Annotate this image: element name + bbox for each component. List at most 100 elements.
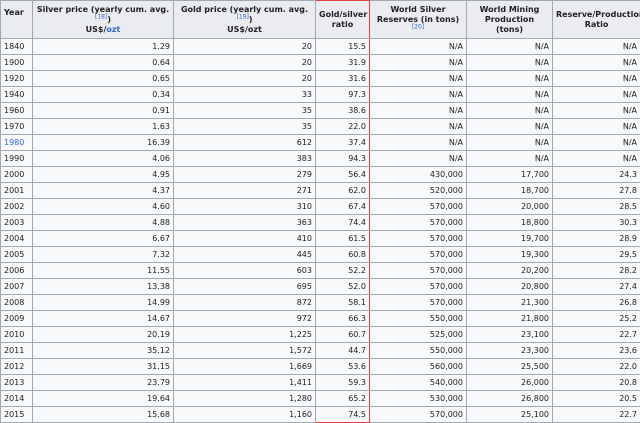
cell-mining: 18,800 <box>467 215 553 231</box>
cell-year: 1900 <box>1 55 33 71</box>
cell-year: 2011 <box>1 343 33 359</box>
cell-year: 2003 <box>1 215 33 231</box>
cell-reserve-production: N/A <box>553 119 640 135</box>
cell-mining: N/A <box>467 71 553 87</box>
cell-reserve-production: 25.2 <box>553 311 640 327</box>
header-gold-close: ) <box>249 15 253 24</box>
cell-ratio: 52.2 <box>316 263 370 279</box>
cell-reserve-production: 29.5 <box>553 247 640 263</box>
cell-reserves: N/A <box>370 39 467 55</box>
cell-ratio: 94.3 <box>316 151 370 167</box>
cell-reserves: N/A <box>370 71 467 87</box>
cell-year: 2001 <box>1 183 33 199</box>
cell-year: 1970 <box>1 119 33 135</box>
gold-ref-link[interactable]: [19] <box>237 13 249 20</box>
cell-reserves: 525,000 <box>370 327 467 343</box>
cell-gold-price: 1,669 <box>174 359 316 375</box>
cell-ratio: 58.1 <box>316 295 370 311</box>
table-body: 18401.292015.5N/AN/AN/A19000.642031.9N/A… <box>1 39 640 423</box>
cell-year: 2013 <box>1 375 33 391</box>
cell-gold-price: 271 <box>174 183 316 199</box>
cell-mining: N/A <box>467 119 553 135</box>
cell-year: 2015 <box>1 407 33 423</box>
header-reserves-label: World Silver Reserves (in tons) <box>377 5 459 24</box>
cell-reserves: 550,000 <box>370 311 467 327</box>
cell-silver-price: 7.32 <box>33 247 174 263</box>
cell-mining: 26,800 <box>467 391 553 407</box>
cell-year: 2010 <box>1 327 33 343</box>
cell-silver-price: 20.19 <box>33 327 174 343</box>
cell-ratio: 31.9 <box>316 55 370 71</box>
reserves-ref-link[interactable]: [20] <box>412 23 424 30</box>
cell-ratio: 38.6 <box>316 103 370 119</box>
cell-reserves: N/A <box>370 103 467 119</box>
cell-silver-price: 35.12 <box>33 343 174 359</box>
cell-mining: N/A <box>467 87 553 103</box>
table-row: 201323.791,41159.3540,00026,00020.8 <box>1 375 640 391</box>
cell-reserve-production: 28.9 <box>553 231 640 247</box>
cell-reserve-production: 22.0 <box>553 359 640 375</box>
header-silver-unit: US$/ <box>86 25 107 34</box>
cell-silver-price: 15.68 <box>33 407 174 423</box>
cell-reserve-production: N/A <box>553 39 640 55</box>
cell-mining: 17,700 <box>467 167 553 183</box>
cell-reserve-production: 20.8 <box>553 375 640 391</box>
cell-silver-price: 23.79 <box>33 375 174 391</box>
cell-gold-price: 310 <box>174 199 316 215</box>
table-row: 200814.9987258.1570,00021,30026.8 <box>1 295 640 311</box>
cell-ratio: 22.0 <box>316 119 370 135</box>
cell-reserve-production: 28.2 <box>553 263 640 279</box>
cell-reserves: 570,000 <box>370 263 467 279</box>
cell-gold-price: 363 <box>174 215 316 231</box>
table-row: 201135.121,57244.7550,00023,30023.6 <box>1 343 640 359</box>
header-mining: World Mining Production (tons) <box>467 1 553 39</box>
cell-year: 2005 <box>1 247 33 263</box>
cell-gold-price: 872 <box>174 295 316 311</box>
cell-reserves: N/A <box>370 151 467 167</box>
cell-ratio: 97.3 <box>316 87 370 103</box>
cell-mining: 26,000 <box>467 375 553 391</box>
cell-silver-price: 1.29 <box>33 39 174 55</box>
cell-silver-price: 4.60 <box>33 199 174 215</box>
table-row: 201419.641,28065.2530,00026,80020.5 <box>1 391 640 407</box>
cell-reserves: 550,000 <box>370 343 467 359</box>
cell-reserves: 520,000 <box>370 183 467 199</box>
cell-gold-price: 35 <box>174 103 316 119</box>
cell-gold-price: 1,160 <box>174 407 316 423</box>
cell-reserves: N/A <box>370 55 467 71</box>
table-row: 20024.6031067.4570,00020,00028.5 <box>1 199 640 215</box>
cell-silver-price: 0.91 <box>33 103 174 119</box>
year-link[interactable]: 1980 <box>1 135 33 151</box>
cell-year: 2007 <box>1 279 33 295</box>
cell-mining: N/A <box>467 103 553 119</box>
cell-reserve-production: N/A <box>553 135 640 151</box>
cell-reserves: 570,000 <box>370 215 467 231</box>
cell-ratio: 74.4 <box>316 215 370 231</box>
cell-reserve-production: 27.4 <box>553 279 640 295</box>
cell-reserve-production: N/A <box>553 55 640 71</box>
cell-gold-price: 1,411 <box>174 375 316 391</box>
table-row: 20014.3727162.0520,00018,70027.8 <box>1 183 640 199</box>
header-reserve-production: Reserve/Production Ratio <box>553 1 640 39</box>
ozt-link[interactable]: ozt <box>106 25 120 34</box>
cell-gold-price: 1,225 <box>174 327 316 343</box>
cell-reserve-production: 26.8 <box>553 295 640 311</box>
header-gold-unit: US$/ozt <box>227 25 262 34</box>
cell-ratio: 59.3 <box>316 375 370 391</box>
cell-reserves: 430,000 <box>370 167 467 183</box>
silver-ref-link[interactable]: [18] <box>95 13 107 20</box>
cell-reserves: 530,000 <box>370 391 467 407</box>
header-ratio: Gold/silver ratio <box>316 1 370 39</box>
table-row: 19400.343397.3N/AN/AN/A <box>1 87 640 103</box>
cell-mining: N/A <box>467 55 553 71</box>
cell-gold-price: 20 <box>174 71 316 87</box>
cell-reserve-production: 22.7 <box>553 327 640 343</box>
cell-reserve-production: 30.3 <box>553 215 640 231</box>
cell-reserve-production: 23.6 <box>553 343 640 359</box>
cell-year: 2014 <box>1 391 33 407</box>
cell-silver-price: 19.64 <box>33 391 174 407</box>
cell-ratio: 60.8 <box>316 247 370 263</box>
cell-gold-price: 445 <box>174 247 316 263</box>
cell-reserve-production: 28.5 <box>553 199 640 215</box>
cell-mining: 19,300 <box>467 247 553 263</box>
